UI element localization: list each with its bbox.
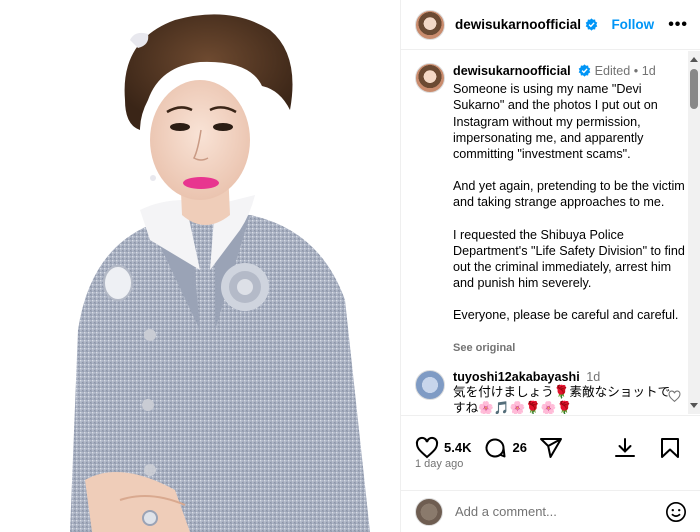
bookmark-icon[interactable]	[658, 436, 682, 460]
caption-avatar[interactable]	[415, 63, 445, 93]
comment-item: tuyoshi12akabayashi 1d 気を付けましょう🌹素敵なショットで…	[401, 356, 700, 414]
download-action[interactable]	[613, 436, 642, 460]
more-options-icon[interactable]: •••	[668, 16, 688, 34]
comments-scrollbar[interactable]	[688, 51, 700, 414]
caption-time[interactable]: 1d	[642, 64, 656, 78]
comment-text: 気を付けましょう🌹素敵なショットですね🌸🎵🌸🌹🌸🌹	[453, 385, 671, 414]
caption-username[interactable]: dewisukarnoofficial	[453, 64, 571, 78]
comment-like-heart-icon[interactable]	[668, 390, 681, 403]
caption-paragraph: I requested the Shibuya Police Departmen…	[453, 227, 685, 291]
see-original-link[interactable]: See original	[453, 340, 685, 356]
post-caption: dewisukarnoofficial Edited • 1d Someone …	[401, 51, 700, 356]
author-avatar[interactable]	[415, 9, 445, 40]
author-username[interactable]: dewisukarnoofficial	[455, 17, 581, 32]
scrollbar-thumb[interactable]	[690, 69, 698, 109]
comment-icon[interactable]	[483, 436, 507, 460]
scroll-up-arrow-icon[interactable]	[690, 57, 698, 62]
heart-icon[interactable]	[415, 436, 439, 460]
post-sidebar: dewisukarnoofficial Follow ••• dewisukar…	[400, 0, 700, 532]
portrait-image	[0, 0, 400, 532]
comments-scroll-area[interactable]: dewisukarnoofficial Edited • 1d Someone …	[401, 51, 700, 414]
edited-label: Edited	[594, 64, 631, 78]
commenter-avatar[interactable]	[415, 369, 445, 400]
meta-separator: •	[633, 64, 639, 78]
caption-body: dewisukarnoofficial Edited • 1d Someone …	[453, 63, 685, 356]
commenter-username[interactable]: tuyoshi12akabayashi	[453, 370, 580, 384]
follow-button[interactable]: Follow	[611, 17, 654, 32]
caption-paragraph: And yet again, pretending to be the vict…	[453, 179, 685, 210]
post-time-ago[interactable]: 1 day ago	[415, 458, 463, 470]
save-action[interactable]	[658, 436, 687, 460]
likes-count[interactable]: 5.4K	[444, 440, 471, 455]
like-action[interactable]: 5.4K	[415, 436, 471, 460]
emoji-icon[interactable]	[665, 501, 687, 523]
scroll-down-arrow-icon[interactable]	[690, 403, 698, 408]
caption-paragraph: Everyone, please be careful and careful.	[453, 308, 679, 323]
download-icon[interactable]	[613, 436, 637, 460]
current-user-avatar	[415, 497, 443, 526]
verified-badge-icon	[585, 18, 598, 31]
post-photo[interactable]	[0, 0, 400, 532]
comment-action[interactable]: 26	[483, 436, 527, 460]
add-comment-bar: Add a comment...	[401, 490, 700, 532]
comments-count: 26	[512, 440, 527, 455]
verified-badge-icon	[578, 64, 591, 77]
comment-time: 1d	[586, 369, 601, 384]
caption-paragraph: Someone is using my name "Devi Sukarno" …	[453, 82, 658, 162]
comment-body: tuyoshi12akabayashi 1d 気を付けましょう🌹素敵なショットで…	[453, 370, 673, 414]
add-comment-input[interactable]: Add a comment...	[455, 504, 557, 519]
share-icon[interactable]	[539, 436, 563, 460]
share-action[interactable]	[539, 436, 568, 460]
post-header: dewisukarnoofficial Follow •••	[401, 0, 700, 50]
